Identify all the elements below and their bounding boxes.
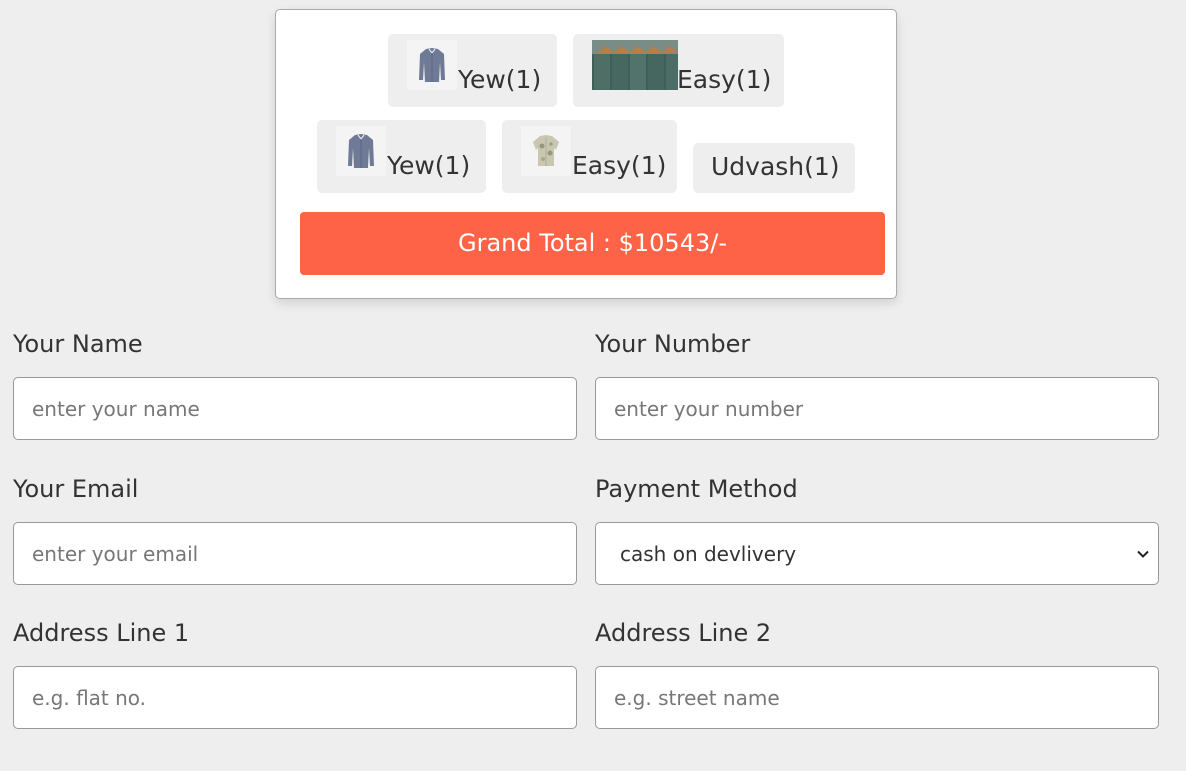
hanging-shirts-icon: [592, 40, 678, 90]
number-field: Your Number: [595, 329, 1159, 440]
cart-item-name: Easy(1): [677, 65, 772, 94]
address1-field: Address Line 1: [13, 618, 577, 729]
email-input[interactable]: [13, 522, 577, 585]
grand-total-button[interactable]: Grand Total : $10543/-: [300, 212, 885, 275]
shirt-blue-icon: [407, 40, 457, 90]
cart-item: Udvash(1): [693, 143, 855, 193]
email-field: Your Email: [13, 474, 577, 585]
cart-item: Easy(1): [502, 120, 677, 193]
payment-field: Payment Method cash on devlivery: [595, 474, 1159, 585]
payment-method-select[interactable]: cash on devlivery: [595, 522, 1159, 585]
address2-field: Address Line 2: [595, 618, 1159, 729]
address1-input[interactable]: [13, 666, 577, 729]
address1-label: Address Line 1: [13, 619, 190, 647]
cart-item: Yew(1): [317, 120, 486, 193]
name-label: Your Name: [13, 330, 143, 358]
chevron-down-icon: [1137, 550, 1149, 558]
address2-input[interactable]: [595, 666, 1159, 729]
number-input[interactable]: [595, 377, 1159, 440]
shirt-floral-icon: [521, 126, 571, 176]
order-summary: Yew(1) Easy(1) Yew(1) Easy(1) Udvash(1) …: [275, 9, 897, 299]
number-label: Your Number: [595, 330, 751, 358]
payment-label: Payment Method: [595, 475, 798, 503]
cart-item-name: Yew(1): [458, 65, 542, 94]
shirt-blue-icon: [336, 126, 386, 176]
name-input[interactable]: [13, 377, 577, 440]
cart-item-name: Easy(1): [572, 151, 667, 180]
address2-label: Address Line 2: [595, 619, 772, 647]
email-label: Your Email: [13, 475, 139, 503]
cart-item-name: Yew(1): [387, 151, 471, 180]
name-field: Your Name: [13, 329, 577, 440]
cart-item: Easy(1): [573, 34, 784, 107]
cart-item-name: Udvash(1): [711, 152, 840, 181]
payment-method-value: cash on devlivery: [620, 541, 797, 566]
cart-item: Yew(1): [388, 34, 557, 107]
